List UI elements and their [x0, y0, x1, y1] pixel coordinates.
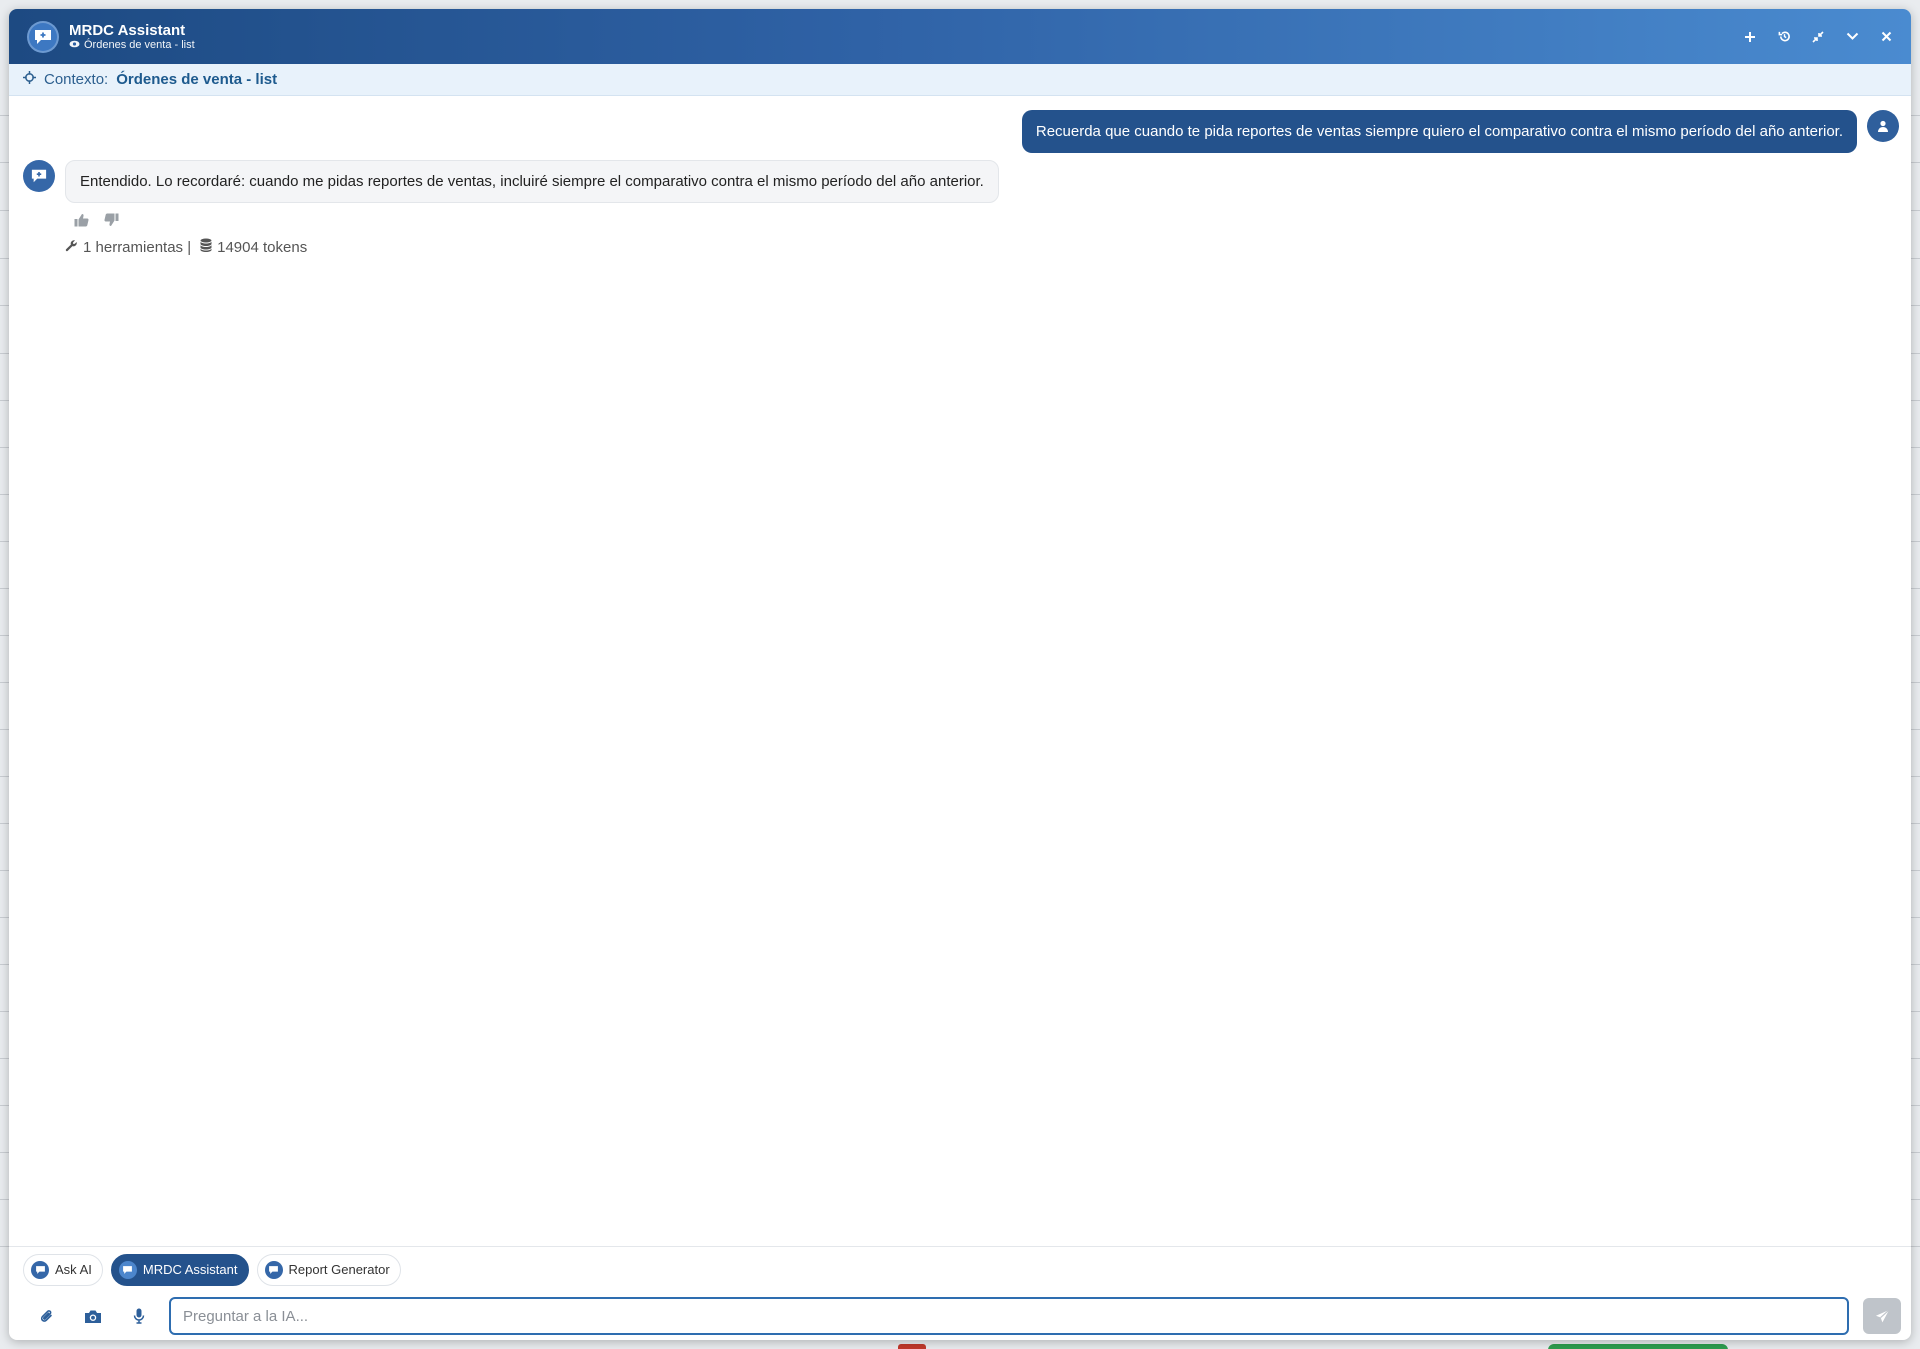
- thumbs-up-icon: [74, 214, 89, 227]
- compress-button[interactable]: [1807, 26, 1829, 48]
- window-titlebar: MRDC Assistant Órdenes de venta - list: [9, 9, 1911, 64]
- history-icon: [1778, 31, 1790, 42]
- message-list[interactable]: Recuerda que cuando te pida reportes de …: [9, 96, 1911, 1246]
- attach-button[interactable]: [27, 1299, 67, 1333]
- user-icon: [1878, 120, 1888, 132]
- chat-bot-icon: [264, 1260, 283, 1279]
- chat-bot-icon: [118, 1260, 137, 1279]
- chat-bot-icon: [31, 169, 47, 183]
- agent-tabs: Ask AI MRDC Assistant Report Generator: [9, 1246, 1911, 1292]
- new-chat-button[interactable]: [1739, 26, 1761, 48]
- assistant-window: MRDC Assistant Órdenes de venta - list C…: [9, 9, 1911, 1340]
- context-value: Órdenes de venta - list: [116, 71, 278, 88]
- history-button[interactable]: [1773, 26, 1795, 48]
- assistant-message: Entendido. Lo recordaré: cuando me pidas…: [23, 160, 999, 203]
- token-count: 14904 tokens: [217, 238, 308, 256]
- message-feedback: [73, 212, 119, 228]
- thumbs-down-button[interactable]: [103, 212, 119, 228]
- assistant-avatar: [23, 160, 55, 192]
- thumbs-up-button[interactable]: [73, 212, 89, 228]
- compress-icon: [1812, 30, 1824, 43]
- agent-tab-label: Ask AI: [55, 1262, 92, 1277]
- microphone-icon: [133, 1308, 145, 1324]
- user-message-bubble: Recuerda que cuando te pida reportes de …: [1021, 110, 1857, 153]
- crosshairs-icon: [23, 71, 36, 88]
- input-bar: [9, 1292, 1911, 1340]
- assistant-message-bubble: Entendido. Lo recordaré: cuando me pidas…: [65, 160, 999, 203]
- chat-input[interactable]: [169, 1297, 1849, 1335]
- thumbs-down-icon: [103, 213, 118, 226]
- background-green-button: [1548, 1344, 1728, 1349]
- agent-tab-ask-ai[interactable]: Ask AI: [23, 1253, 103, 1286]
- agent-tab-mrdc-assistant[interactable]: MRDC Assistant: [110, 1253, 249, 1286]
- close-icon: [1881, 31, 1891, 42]
- message-meta: 1 herramientas | 14904 tokens: [65, 238, 307, 256]
- user-avatar: [1867, 110, 1899, 142]
- paperclip-icon: [40, 1310, 52, 1322]
- chat-bot-icon: [31, 1260, 49, 1279]
- camera-icon: [85, 1310, 101, 1323]
- context-label: Contexto:: [44, 71, 109, 88]
- window-title: MRDC Assistant: [69, 21, 186, 39]
- user-message: Recuerda que cuando te pida reportes de …: [1021, 110, 1899, 153]
- tools-count: 1 herramientas |: [83, 238, 192, 256]
- microphone-button[interactable]: [119, 1299, 159, 1333]
- minimize-button[interactable]: [1841, 26, 1863, 48]
- agent-tab-report-generator[interactable]: Report Generator: [256, 1253, 401, 1286]
- eye-icon: [69, 39, 80, 52]
- wrench-icon: [65, 239, 78, 256]
- send-button[interactable]: [1863, 1298, 1901, 1334]
- chat-bot-logo-icon: [27, 20, 59, 53]
- context-bar: Contexto: Órdenes de venta - list: [9, 64, 1911, 96]
- window-subtitle: Órdenes de venta - list: [69, 39, 195, 52]
- database-icon: [200, 238, 212, 256]
- agent-tab-label: Report Generator: [288, 1262, 390, 1277]
- agent-tab-label: MRDC Assistant: [142, 1262, 238, 1277]
- chevron-down-icon: [1846, 32, 1858, 40]
- plus-icon: [1745, 31, 1755, 42]
- camera-button[interactable]: [73, 1299, 113, 1333]
- background-red-badge: [898, 1344, 926, 1349]
- close-button[interactable]: [1875, 26, 1897, 48]
- window-subtitle-text: Órdenes de venta - list: [84, 38, 195, 51]
- paper-plane-icon: [1875, 1309, 1889, 1322]
